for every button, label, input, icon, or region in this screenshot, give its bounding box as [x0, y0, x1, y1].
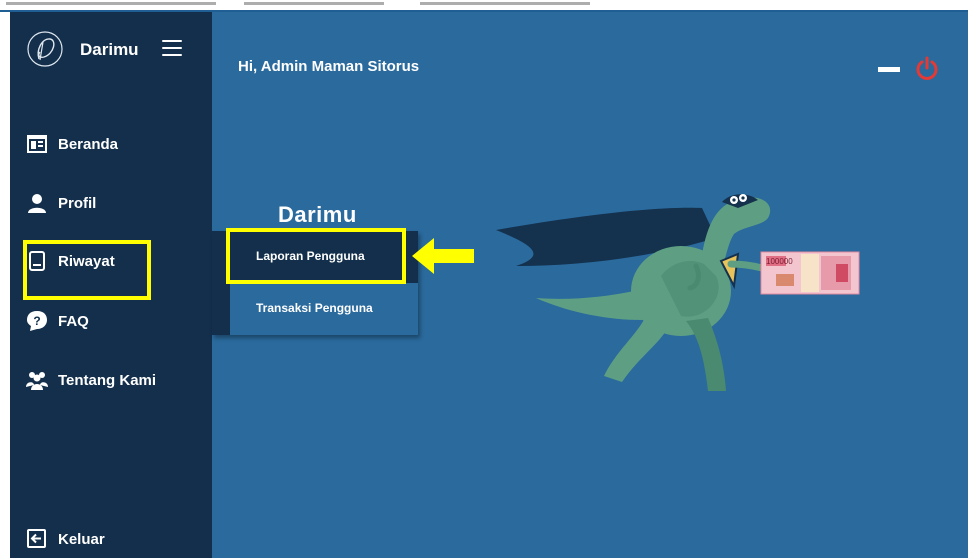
riwayat-highlight-box: [23, 240, 151, 300]
minimize-icon[interactable]: [878, 67, 900, 72]
banknote-value: 100000: [766, 257, 793, 266]
laporan-highlight-box: [226, 228, 406, 284]
darimu-logo-icon: [27, 31, 63, 67]
greeting-text: Hi, Admin Maman Sitorus: [238, 58, 420, 75]
sidebar-item-label: Profil: [58, 195, 97, 212]
sidebar-item-label: FAQ: [58, 313, 89, 330]
app-name: Darimu: [80, 40, 139, 59]
question-icon: ?: [27, 311, 47, 331]
hamburger-menu-icon[interactable]: [162, 40, 182, 56]
sidebar: Darimu Beranda Profil Riwayat ? FAQ Tent…: [10, 12, 212, 558]
sidebar-item-label: Tentang Kami: [58, 372, 157, 389]
sidebar-item-faq[interactable]: ? FAQ: [26, 306, 212, 338]
brand: Darimu: [26, 30, 212, 74]
submenu-item-label: Transaksi Pengguna: [256, 301, 373, 315]
sidebar-item-beranda[interactable]: Beranda: [26, 129, 212, 161]
logout-button[interactable]: Keluar: [26, 524, 212, 556]
submenu-title: Darimu: [278, 202, 357, 227]
submenu-item-transaksi-pengguna[interactable]: Transaksi Pengguna: [230, 283, 418, 335]
logout-label: Keluar: [58, 531, 105, 548]
sidebar-item-profil[interactable]: Profil: [26, 188, 212, 220]
left-arrow-icon: [412, 238, 474, 274]
sidebar-item-label: Beranda: [58, 136, 119, 153]
faint-text-strip: [6, 2, 216, 5]
sidebar-item-tentang-kami[interactable]: Tentang Kami: [26, 365, 212, 397]
power-icon[interactable]: [914, 56, 940, 82]
faint-text-strip: [420, 2, 590, 5]
home-window-icon: [27, 135, 47, 153]
faint-text-strip: [244, 2, 384, 5]
dino-hero-illustration: 100000: [496, 194, 860, 391]
svg-text:?: ?: [33, 314, 40, 328]
team-icon: [26, 372, 48, 390]
logout-icon: [27, 529, 46, 548]
user-icon: [28, 194, 46, 213]
